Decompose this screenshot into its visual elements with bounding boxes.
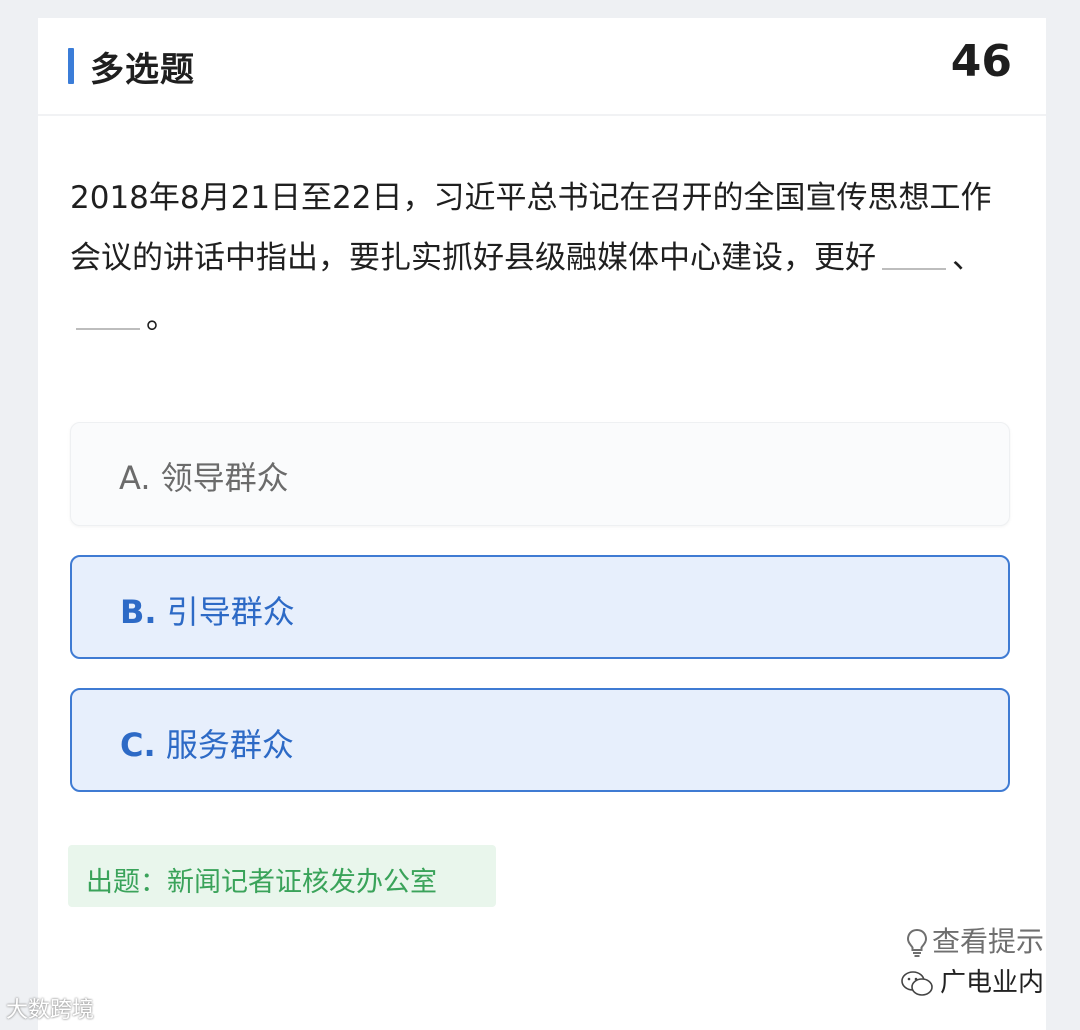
watermark-right: 广电业内 <box>900 962 1044 999</box>
option-a[interactable]: A. 领导群众 <box>70 422 1010 526</box>
option-c[interactable]: C. 服务群众 <box>70 688 1010 792</box>
option-a-label: A. 领导群众 <box>119 453 289 499</box>
answer-blank-2 <box>76 310 140 330</box>
question-text: 2018年8月21日至22日，习近平总书记在召开的全国宣传思想工作会议的讲话中指… <box>70 168 1020 348</box>
option-b[interactable]: B. 引导群众 <box>70 555 1010 659</box>
watermark-right-text: 广电业内 <box>939 968 1044 998</box>
option-letter: C. <box>120 726 156 764</box>
question-number: 46 <box>950 36 1012 87</box>
answer-blank-1 <box>882 250 946 270</box>
type-accent-bar <box>68 48 74 84</box>
option-text: 领导群众 <box>160 459 289 497</box>
card-header: 多选题 46 <box>38 18 1046 116</box>
question-card: 多选题 46 2018年8月21日至22日，习近平总书记在召开的全国宣传思想工作… <box>38 18 1046 1030</box>
question-stem: 2018年8月21日至22日，习近平总书记在召开的全国宣传思想工作会议的讲话中指… <box>70 180 992 276</box>
wechat-icon <box>901 970 933 996</box>
watermark-left: 大数跨境 <box>6 992 94 1024</box>
option-b-label: B. 引导群众 <box>120 587 295 633</box>
watermark-left-text: 大数跨境 <box>6 998 95 1023</box>
option-letter: B. <box>120 593 157 631</box>
source-text: 出题：新闻记者证核发办公室 <box>86 867 437 898</box>
source-tag: 出题：新闻记者证核发办公室 <box>68 845 496 907</box>
option-c-label: C. 服务群众 <box>120 720 294 766</box>
option-text: 服务群众 <box>165 726 294 764</box>
view-hint-label: 查看提示 <box>931 925 1044 958</box>
blank-separator: 、 <box>952 240 983 276</box>
option-letter: A. <box>119 459 151 497</box>
option-text: 引导群众 <box>166 593 295 631</box>
question-type-label: 多选题 <box>90 50 195 90</box>
question-end-punct: 。 <box>146 300 177 336</box>
view-hint-button[interactable]: 查看提示 <box>906 920 1044 960</box>
lightbulb-icon <box>906 928 927 957</box>
